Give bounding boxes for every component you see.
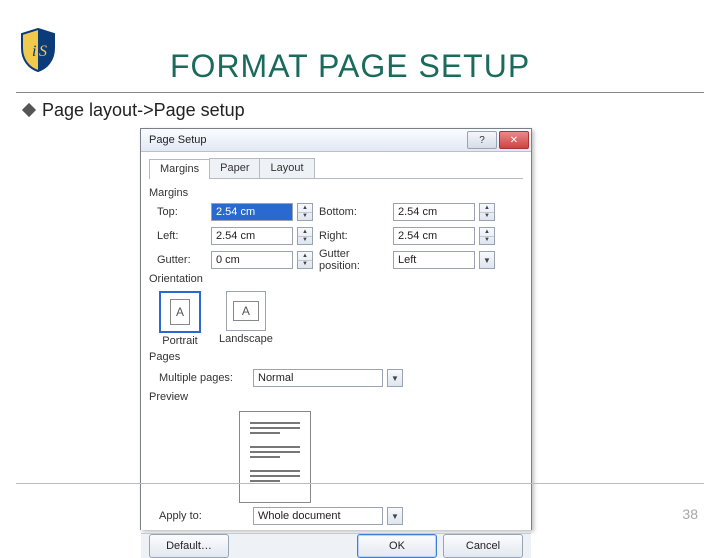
bullet-line: Page layout->Page setup xyxy=(24,100,245,121)
svg-text:S: S xyxy=(39,43,47,60)
title-underline xyxy=(16,92,704,93)
orientation-landscape[interactable]: A xyxy=(226,291,266,331)
select-apply-to[interactable]: Whole document xyxy=(253,507,383,525)
input-gutter[interactable]: 0 cm xyxy=(211,251,293,269)
label-bottom: Bottom: xyxy=(319,206,389,218)
close-button[interactable]: ✕ xyxy=(499,131,529,149)
drop-multiple-pages[interactable]: ▼ xyxy=(387,369,403,387)
label-left: Left: xyxy=(157,230,207,242)
slide-title: FORMAT PAGE SETUP xyxy=(170,48,530,85)
dialog-title: Page Setup xyxy=(149,134,207,146)
spin-right[interactable]: ▲▼ xyxy=(479,227,495,245)
label-top: Top: xyxy=(157,206,207,218)
drop-apply-to[interactable]: ▼ xyxy=(387,507,403,525)
dialog-tabs: Margins Paper Layout xyxy=(149,158,523,179)
page-setup-dialog: Page Setup ? ✕ Margins Paper Layout Marg… xyxy=(140,128,532,530)
dialog-titlebar[interactable]: Page Setup ? ✕ xyxy=(141,129,531,152)
spin-top[interactable]: ▲▼ xyxy=(297,203,313,221)
tab-paper[interactable]: Paper xyxy=(209,158,260,178)
footer-line xyxy=(16,483,704,484)
input-bottom[interactable]: 2.54 cm xyxy=(393,203,475,221)
tab-margins[interactable]: Margins xyxy=(149,159,210,179)
preview-page xyxy=(239,411,311,503)
spin-left[interactable]: ▲▼ xyxy=(297,227,313,245)
select-multiple-pages[interactable]: Normal xyxy=(253,369,383,387)
bullet-text: Page layout->Page setup xyxy=(42,100,245,120)
group-orientation-label: Orientation xyxy=(149,273,523,285)
spin-bottom[interactable]: ▲▼ xyxy=(479,203,495,221)
input-right[interactable]: 2.54 cm xyxy=(393,227,475,245)
label-apply-to: Apply to: xyxy=(159,510,249,522)
orientation-landscape-label: Landscape xyxy=(219,333,273,345)
select-gutter-pos[interactable]: Left xyxy=(393,251,475,269)
preview-area xyxy=(159,407,523,503)
bullet-icon xyxy=(22,103,36,117)
default-button[interactable]: Default… xyxy=(149,534,229,558)
group-pages-label: Pages xyxy=(149,351,523,363)
svg-text:i: i xyxy=(32,43,36,60)
page-number: 38 xyxy=(682,506,698,522)
logo-shield: i S xyxy=(20,28,56,72)
label-gutter-pos: Gutter position: xyxy=(319,248,389,272)
spin-gutter[interactable]: ▲▼ xyxy=(297,251,313,269)
group-preview-label: Preview xyxy=(149,391,523,403)
orientation-portrait[interactable]: A xyxy=(159,291,201,333)
input-top[interactable]: 2.54 cm xyxy=(211,203,293,221)
tab-layout[interactable]: Layout xyxy=(259,158,314,178)
group-margins-label: Margins xyxy=(149,187,523,199)
drop-gutter-pos[interactable]: ▼ xyxy=(479,251,495,269)
input-left[interactable]: 2.54 cm xyxy=(211,227,293,245)
ok-button[interactable]: OK xyxy=(357,534,437,558)
label-gutter: Gutter: xyxy=(157,254,207,266)
help-button[interactable]: ? xyxy=(467,131,497,149)
label-multiple-pages: Multiple pages: xyxy=(159,372,249,384)
orientation-portrait-label: Portrait xyxy=(162,335,197,347)
label-right: Right: xyxy=(319,230,389,242)
cancel-button[interactable]: Cancel xyxy=(443,534,523,558)
